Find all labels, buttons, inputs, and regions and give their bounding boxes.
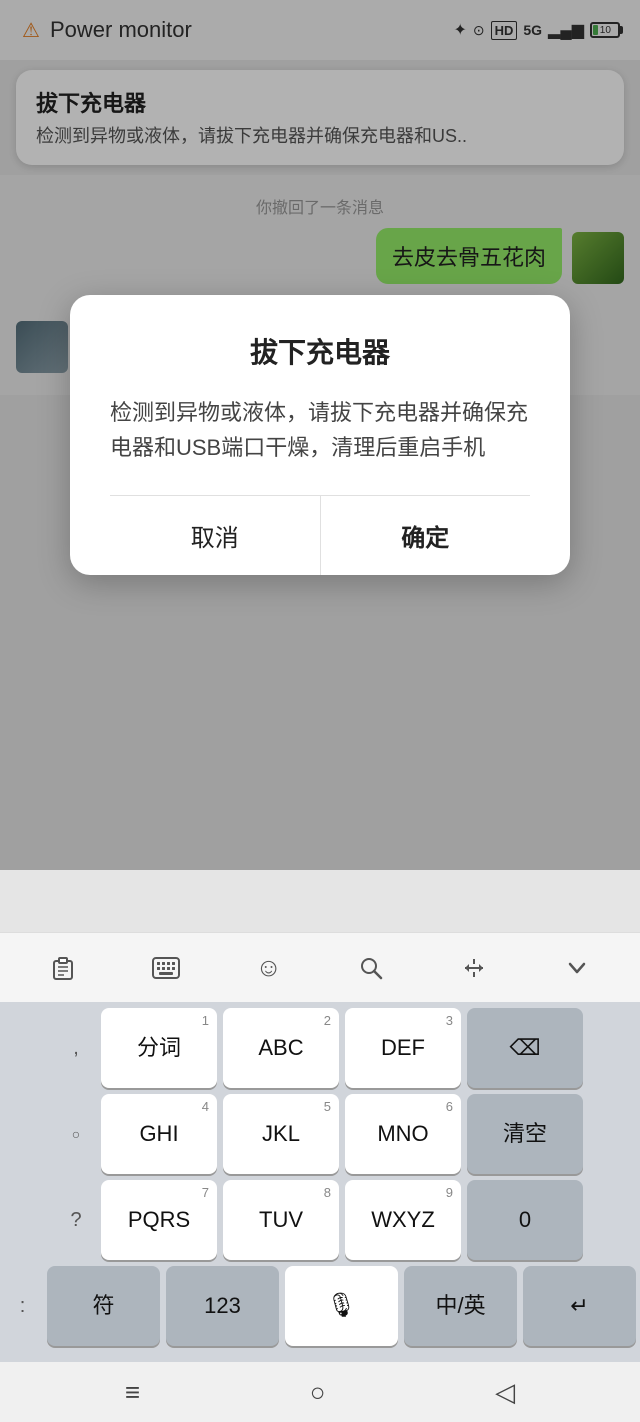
nav-menu-icon[interactable]: ≡ bbox=[125, 1377, 140, 1408]
cancel-button[interactable]: 取消 bbox=[110, 496, 320, 575]
key-123[interactable]: 123 bbox=[166, 1266, 279, 1346]
search-icon[interactable] bbox=[349, 946, 393, 990]
key-5-jkl[interactable]: 5 JKL bbox=[223, 1094, 339, 1174]
keyboard-row-1: , 1 分词 2 ABC 3 DEF ⌫ bbox=[4, 1008, 636, 1088]
keyboard-row-2: ○ 4 GHI 5 JKL 6 MNO 清空 bbox=[4, 1094, 636, 1174]
key-8-tuv[interactable]: 8 TUV bbox=[223, 1180, 339, 1260]
modal-buttons: 取消 确定 bbox=[110, 496, 530, 575]
keyboard-row-3: ? 7 PQRS 8 TUV 9 WXYZ 0 bbox=[4, 1180, 636, 1260]
key-colon[interactable]: : bbox=[4, 1266, 41, 1346]
nav-bar: ≡ ○ ◁ bbox=[0, 1362, 640, 1422]
key-comma[interactable]: , bbox=[57, 1008, 95, 1088]
key-6-mno[interactable]: 6 MNO bbox=[345, 1094, 461, 1174]
key-symbol[interactable]: 符 bbox=[47, 1266, 160, 1346]
input-toolbar: ☺ bbox=[0, 932, 640, 1002]
key-7-pqrs[interactable]: 7 PQRS bbox=[101, 1180, 217, 1260]
key-0[interactable]: 0 bbox=[467, 1180, 583, 1260]
cursor-icon[interactable] bbox=[452, 946, 496, 990]
keyboard-icon[interactable] bbox=[144, 946, 188, 990]
key-space-mic[interactable]: 🎙 bbox=[285, 1266, 398, 1346]
key-3-def[interactable]: 3 DEF bbox=[345, 1008, 461, 1088]
key-enter[interactable]: ↵ bbox=[523, 1266, 636, 1346]
key-lang-switch[interactable]: 中/英 bbox=[404, 1266, 517, 1346]
chevron-down-icon[interactable] bbox=[555, 946, 599, 990]
modal-title: 拔下充电器 bbox=[110, 331, 530, 371]
key-2-abc[interactable]: 2 ABC bbox=[223, 1008, 339, 1088]
key-clear[interactable]: 清空 bbox=[467, 1094, 583, 1174]
key-delete[interactable]: ⌫ bbox=[467, 1008, 583, 1088]
nav-back-icon[interactable]: ◁ bbox=[495, 1377, 515, 1408]
key-4-ghi[interactable]: 4 GHI bbox=[101, 1094, 217, 1174]
key-1-fenCi[interactable]: 1 分词 bbox=[101, 1008, 217, 1088]
modal-dialog: 拔下充电器 检测到异物或液体，请拔下充电器并确保充电器和USB端口干燥，清理后重… bbox=[70, 295, 570, 575]
modal-overlay: 拔下充电器 检测到异物或液体，请拔下充电器并确保充电器和USB端口干燥，清理后重… bbox=[0, 0, 640, 870]
bottom-area: ☺ , bbox=[0, 932, 640, 1422]
clipboard-icon[interactable] bbox=[41, 946, 85, 990]
keyboard-row-4: : 符 123 🎙 中/英 ↵ bbox=[4, 1266, 636, 1346]
keyboard: , 1 分词 2 ABC 3 DEF ⌫ ○ 4 bbox=[0, 1002, 640, 1362]
key-question[interactable]: ? bbox=[57, 1180, 95, 1260]
key-9-wxyz[interactable]: 9 WXYZ bbox=[345, 1180, 461, 1260]
modal-content: 检测到异物或液体，请拔下充电器并确保充电器和USB端口干燥，清理后重启手机 bbox=[110, 395, 530, 465]
key-circle[interactable]: ○ bbox=[57, 1094, 95, 1174]
confirm-button[interactable]: 确定 bbox=[321, 496, 531, 575]
nav-home-icon[interactable]: ○ bbox=[310, 1377, 326, 1408]
emoji-icon[interactable]: ☺ bbox=[247, 946, 291, 990]
